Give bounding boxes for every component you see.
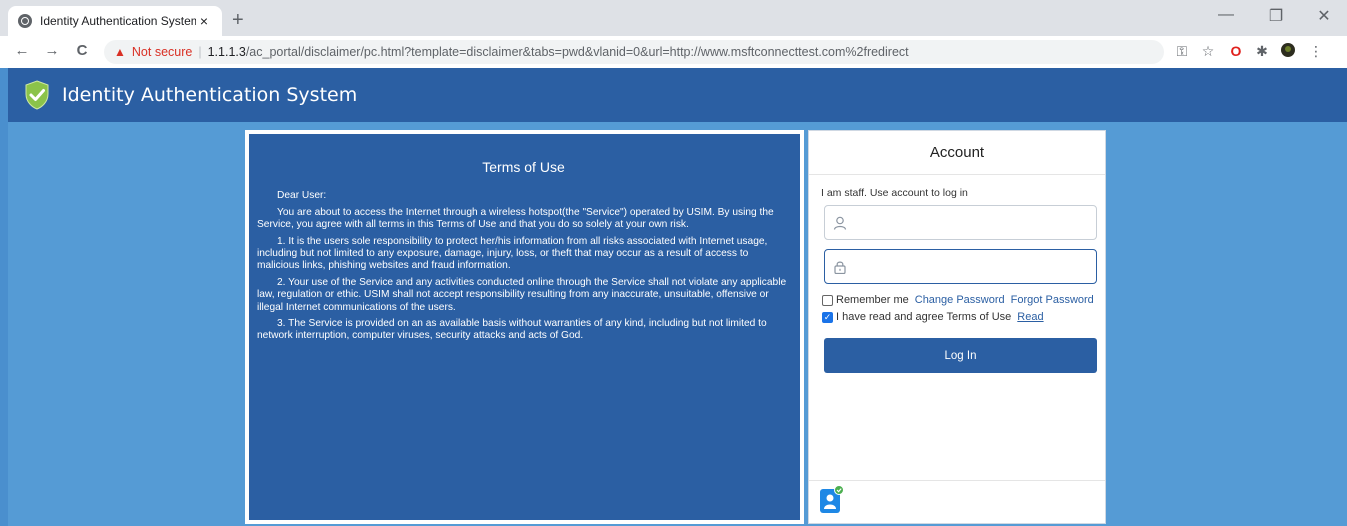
back-button[interactable]: ← [12,42,32,59]
new-tab-button[interactable]: + [232,9,244,32]
login-button[interactable]: Log In [824,338,1097,373]
minimize-button[interactable]: — [1208,6,1244,24]
forward-button[interactable]: → [42,42,62,59]
browser-tab[interactable]: Identity Authentication System × [8,6,222,36]
address-bar[interactable]: ▲ Not secure | 1.1.1.3 /ac_portal/discla… [104,40,1164,64]
terms-panel: Terms of Use Dear User: You are about to… [245,130,804,524]
warning-icon: ▲ [114,45,126,59]
menu-icon[interactable]: ⋮ [1306,43,1326,60]
left-strip [0,68,8,526]
agree-checkbox[interactable]: ✓ [822,311,833,323]
lock-icon [834,261,846,274]
terms-paragraph: 1. It is the users sole responsibility t… [257,235,768,272]
agree-row: ✓ I have read and agree Terms of Use Rea… [822,311,1044,323]
star-icon[interactable]: ☆ [1198,43,1218,60]
login-panel: Account I am staff. Use account to log i… [808,130,1106,524]
browser-tabstrip: Identity Authentication System × + — ❐ ✕ [0,0,1347,36]
read-terms-link[interactable]: Read [1017,311,1043,323]
url-host: 1.1.1.3 [207,45,246,59]
user-icon [833,216,847,230]
app-title: Identity Authentication System [62,84,358,106]
key-icon[interactable]: ⚿ [1172,43,1192,60]
terms-paragraph: 2. Your use of the Service and any activ… [257,276,787,313]
username-input[interactable] [847,206,1096,239]
puzzle-icon[interactable]: ✱ [1252,43,1272,60]
close-window-button[interactable]: ✕ [1306,6,1342,26]
login-title: Account [809,131,1105,175]
globe-icon [18,14,32,28]
opera-icon[interactable]: O [1226,43,1246,59]
tab-title: Identity Authentication System [40,14,196,28]
browser-toolbar: ← → C ▲ Not secure | 1.1.1.3 /ac_portal/… [0,36,1347,68]
terms-paragraph: You are about to access the Internet thr… [257,206,774,231]
remember-checkbox[interactable] [822,294,833,306]
forgot-password-link[interactable]: Forgot Password [1011,294,1094,306]
app-header: Identity Authentication System [8,68,1347,122]
reload-button[interactable]: C [72,42,92,59]
profile-icon[interactable] [1278,43,1298,60]
terms-greeting: Dear User: [277,190,327,202]
password-input[interactable] [847,250,1096,283]
agree-label: I have read and agree Terms of Use [836,311,1012,323]
url-path: /ac_portal/disclaimer/pc.html?template=d… [245,45,909,59]
shield-check-icon [25,80,49,110]
page-content: Identity Authentication System Terms of … [0,68,1347,526]
staff-account-icon[interactable] [820,485,844,513]
security-status[interactable]: Not secure [132,45,192,59]
restore-button[interactable]: ❐ [1258,6,1294,26]
change-password-link[interactable]: Change Password [915,294,1005,306]
url-separator: | [198,45,202,59]
login-subtitle: I am staff. Use account to log in [821,187,968,199]
password-field[interactable] [824,249,1097,284]
remember-row: Remember me Change Password Forgot Passw… [822,294,1094,306]
terms-paragraph: 3. The Service is provided on an as avai… [257,318,767,342]
username-field[interactable] [824,205,1097,240]
remember-label: Remember me [836,294,909,306]
terms-title: Terms of Use [482,159,565,175]
tab-close-icon[interactable]: × [196,13,212,29]
login-footer-divider [809,480,1105,481]
